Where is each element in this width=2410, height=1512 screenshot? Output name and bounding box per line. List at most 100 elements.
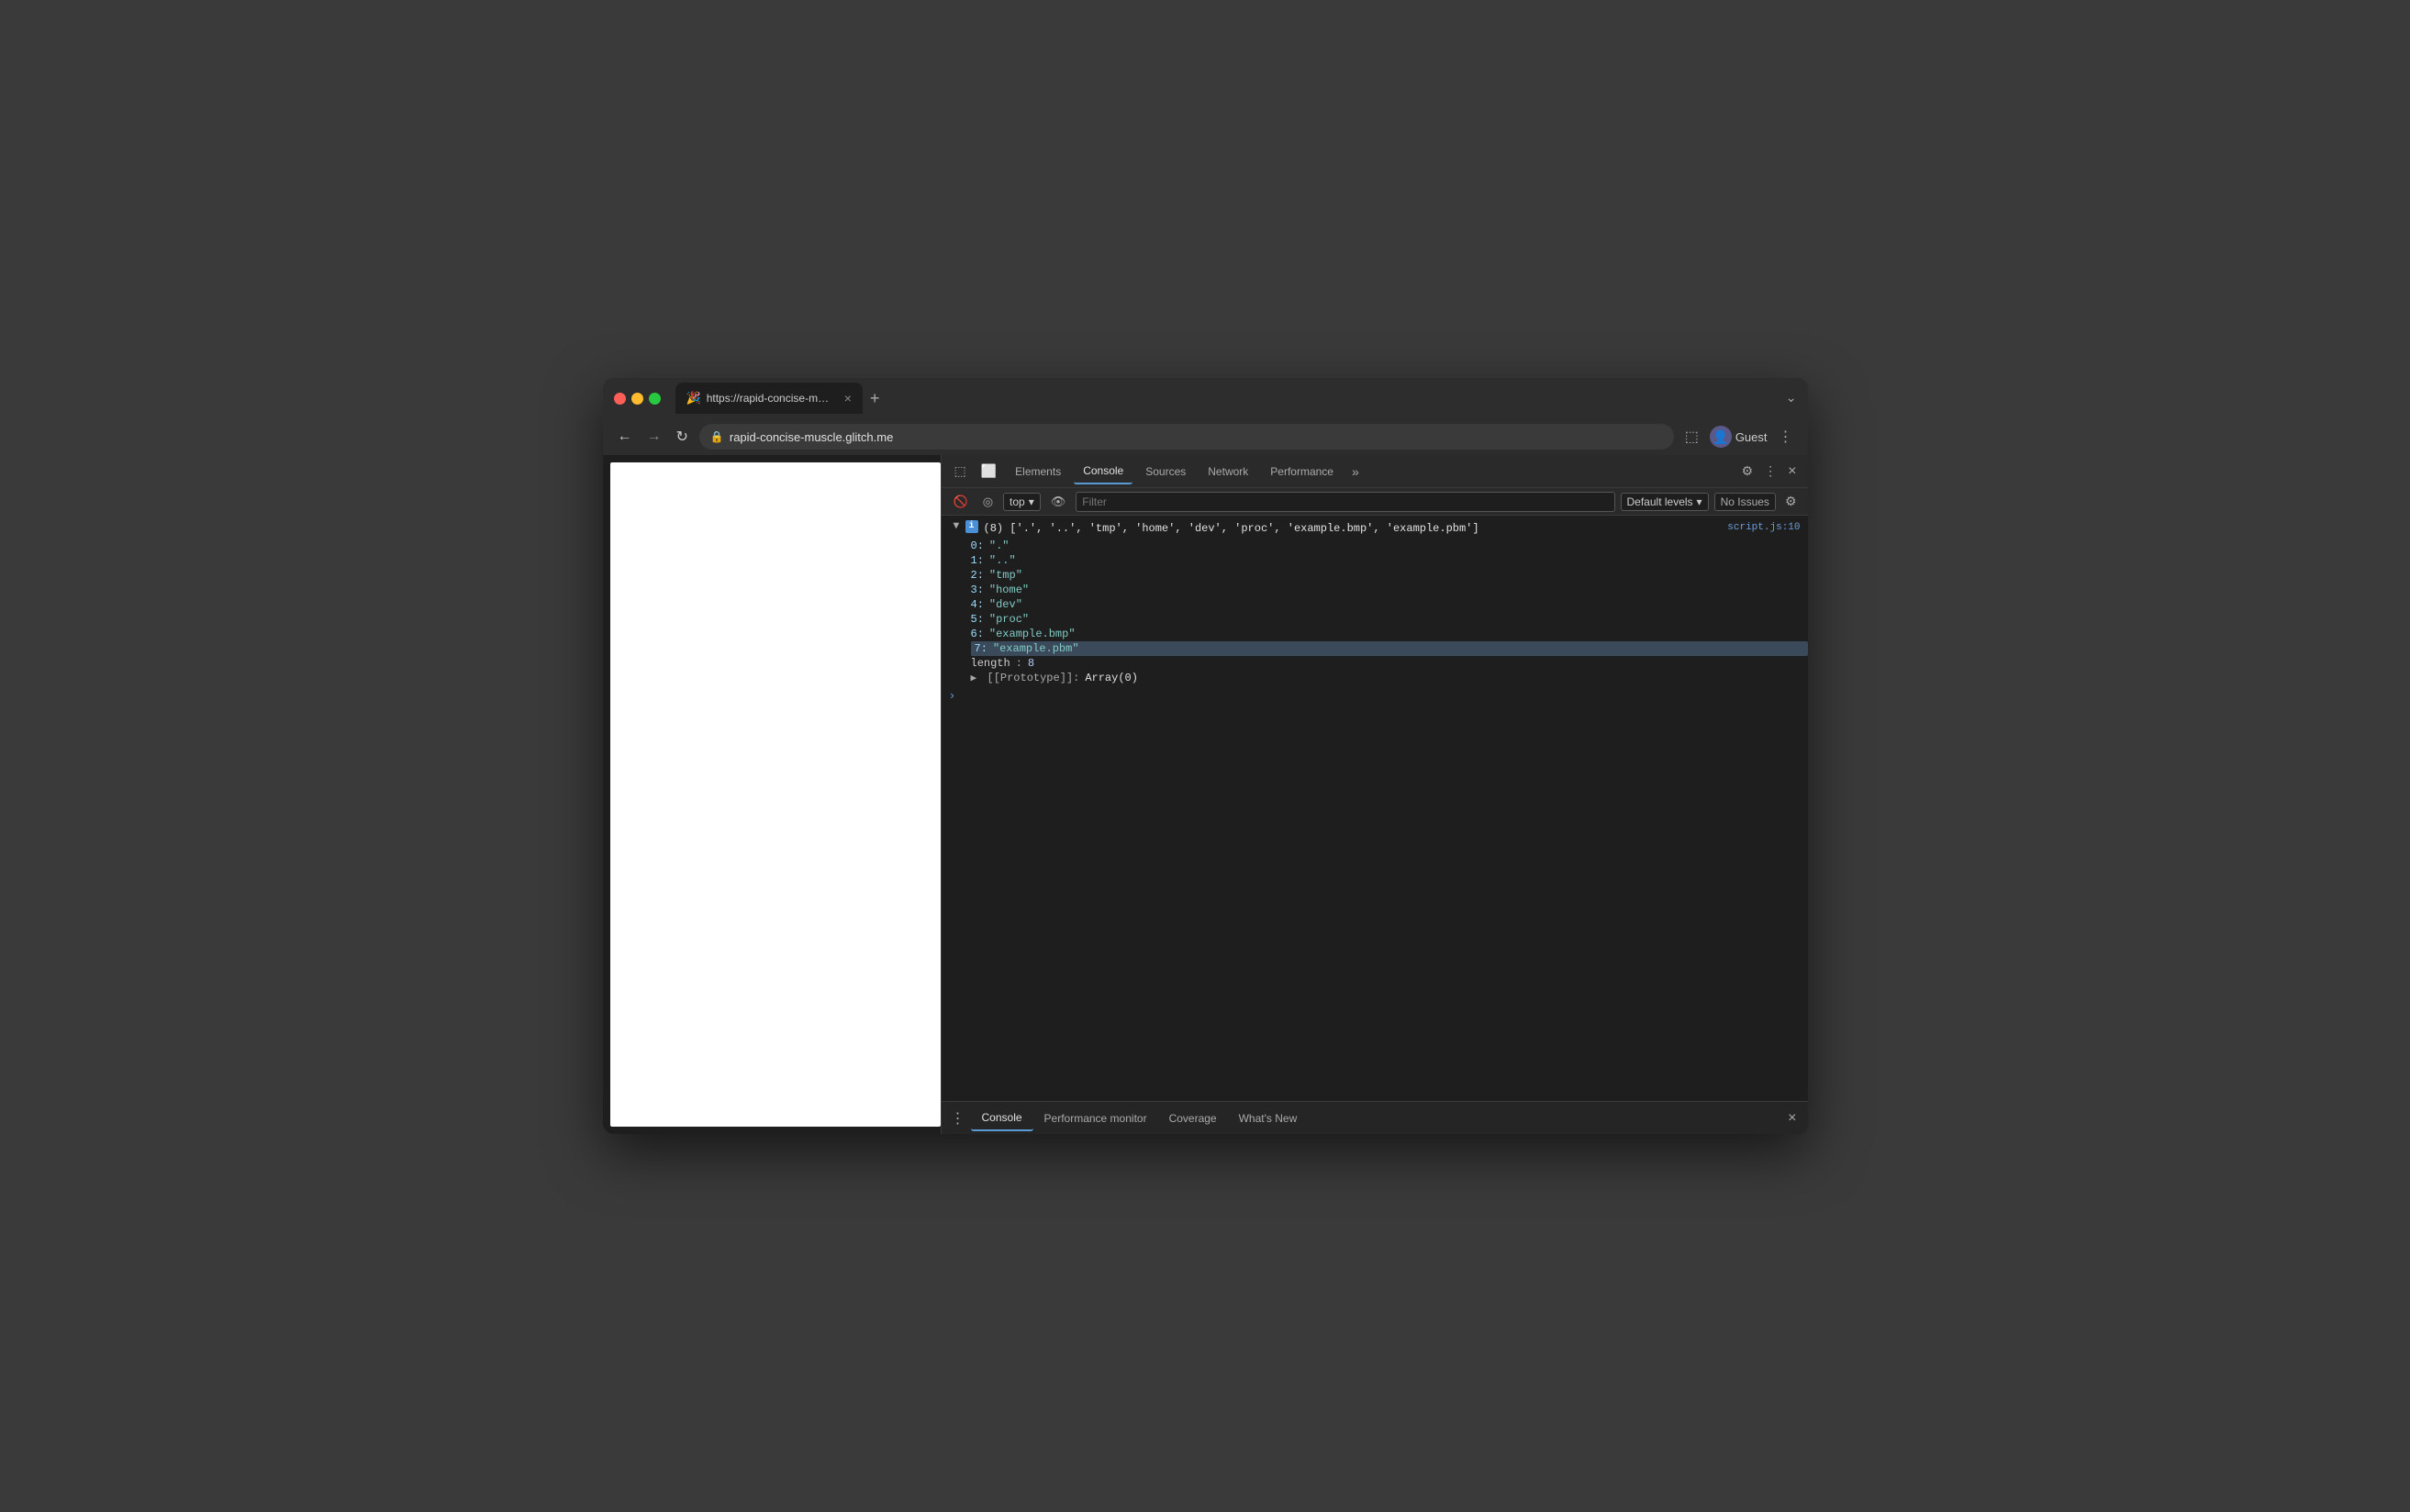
item-value: "proc" — [989, 613, 1029, 626]
tab-area: 🎉 https://rapid-concise-muscle.g... × + — [675, 383, 1779, 414]
drawer-dots-button[interactable]: ⋮ — [945, 1109, 971, 1128]
forward-button[interactable]: → — [643, 425, 665, 449]
console-issues-badge: No Issues — [1714, 493, 1776, 511]
array-item-1: 1: ".." — [971, 553, 1808, 568]
devtools-settings-button[interactable]: ⚙ — [1738, 460, 1757, 483]
console-toolbar: 🚫 ◎ top ▾ 👁 Default levels ▾ No Issues ⚙ — [942, 488, 1808, 516]
title-bar: 🎉 https://rapid-concise-muscle.g... × + … — [603, 378, 1808, 418]
item-value: "example.bmp" — [989, 628, 1076, 640]
context-value: top — [1010, 495, 1025, 508]
context-arrow-icon: ▾ — [1029, 495, 1034, 508]
drawer-tab-whats-new[interactable]: What's New — [1228, 1106, 1309, 1130]
page-content — [610, 462, 941, 1127]
tab-console[interactable]: Console — [1074, 459, 1132, 484]
drawer-close-button[interactable]: × — [1780, 1106, 1803, 1130]
item-key: 7: — [975, 642, 987, 655]
devtools-drawer: ⋮ Console Performance monitor Coverage W… — [942, 1101, 1808, 1134]
more-tabs-button[interactable]: » — [1346, 461, 1365, 483]
console-prompt-line[interactable]: › — [942, 685, 1808, 706]
prototype-text: [[Prototype]]: — [987, 672, 1080, 684]
tab-title: https://rapid-concise-muscle.g... — [707, 392, 835, 405]
item-value: "example.pbm" — [993, 642, 1079, 655]
browser-window: 🎉 https://rapid-concise-muscle.g... × + … — [603, 378, 1808, 1134]
tab-network[interactable]: Network — [1199, 460, 1257, 484]
item-value: ".." — [989, 554, 1016, 567]
profile-area[interactable]: 👤 Guest — [1710, 426, 1768, 448]
inspect-element-button[interactable]: ⬚ — [949, 460, 972, 483]
array-item-2: 2: "tmp" — [971, 568, 1808, 583]
array-length-property: length : 8 — [971, 656, 1808, 671]
console-settings-button[interactable]: ⚙ — [1781, 490, 1801, 513]
reload-button[interactable]: ↻ — [673, 424, 692, 450]
array-preview-text: (8) ['.', '..', 'tmp', 'home', 'dev', 'p… — [984, 520, 1479, 538]
devtools-toolbar: ⬚ ⬜ Elements Console Sources Network Per… — [942, 455, 1808, 488]
devtools-panel: ⬚ ⬜ Elements Console Sources Network Per… — [941, 455, 1808, 1134]
array-item-4: 4: "dev" — [971, 597, 1808, 612]
nav-bar: ← → ↻ 🔒 rapid-concise-muscle.glitch.me ⬚… — [603, 418, 1808, 455]
length-value: 8 — [1028, 657, 1034, 670]
avatar-icon: 👤 — [1713, 429, 1728, 445]
array-item-0: 0: "." — [971, 539, 1808, 553]
tab-sources[interactable]: Sources — [1136, 460, 1195, 484]
array-item-5: 5: "proc" — [971, 612, 1808, 627]
lock-icon: 🔒 — [710, 430, 724, 443]
active-tab[interactable]: 🎉 https://rapid-concise-muscle.g... × — [675, 383, 863, 414]
console-filter-toggle[interactable]: ◎ — [978, 492, 998, 512]
item-key: 2: — [971, 569, 984, 582]
levels-arrow-icon: ▾ — [1697, 495, 1702, 508]
info-icon: i — [965, 520, 978, 533]
item-value: "home" — [989, 584, 1029, 596]
traffic-lights — [614, 393, 661, 405]
console-eye-button[interactable]: 👁 — [1046, 492, 1071, 512]
console-clear-button[interactable]: 🚫 — [949, 492, 973, 512]
console-levels-selector[interactable]: Default levels ▾ — [1621, 493, 1709, 511]
tab-performance[interactable]: Performance — [1261, 460, 1343, 484]
item-key: 1: — [971, 554, 984, 567]
back-button[interactable]: ← — [614, 425, 636, 449]
devtools-toggle-button[interactable]: ⬚ — [1681, 424, 1702, 450]
nav-right-controls: ⬚ 👤 Guest ⋮ — [1681, 424, 1797, 450]
profile-name: Guest — [1735, 430, 1768, 444]
array-item-3: 3: "home" — [971, 583, 1808, 597]
array-prototype-property: ▶ [[Prototype]]: Array(0) — [971, 671, 1808, 685]
close-traffic-light[interactable] — [614, 393, 626, 405]
item-value: "." — [989, 539, 1010, 552]
console-log-entry: ▶ i (8) ['.', '..', 'tmp', 'home', 'dev'… — [942, 519, 1808, 539]
address-bar[interactable]: 🔒 rapid-concise-muscle.glitch.me — [699, 424, 1674, 450]
drawer-tab-console[interactable]: Console — [971, 1106, 1033, 1131]
item-key: 3: — [971, 584, 984, 596]
array-item-7: 7: "example.pbm" — [971, 641, 1808, 656]
title-bar-right: ⌄ — [1786, 390, 1797, 406]
new-tab-button[interactable]: + — [863, 389, 887, 408]
url-text: rapid-concise-muscle.glitch.me — [730, 430, 893, 444]
console-context-selector[interactable]: top ▾ — [1003, 493, 1041, 511]
length-colon: : — [1016, 657, 1022, 670]
expand-arrow-icon[interactable]: ▶ — [946, 523, 963, 534]
drawer-tab-coverage[interactable]: Coverage — [1158, 1106, 1228, 1130]
console-filter-input[interactable] — [1076, 492, 1614, 512]
length-label: length — [971, 657, 1010, 670]
devtools-more-options-button[interactable]: ⋮ — [1760, 460, 1780, 483]
tab-close-button[interactable]: × — [844, 391, 852, 406]
maximize-traffic-light[interactable] — [649, 393, 661, 405]
levels-label: Default levels — [1627, 495, 1693, 508]
item-key: 5: — [971, 613, 984, 626]
device-toolbar-button[interactable]: ⬜ — [976, 460, 1002, 483]
tab-elements[interactable]: Elements — [1006, 460, 1070, 484]
item-value: "tmp" — [989, 569, 1022, 582]
array-items-container: 0: "." 1: ".." 2: "tmp" 3: "home" — [942, 539, 1808, 685]
prototype-expand-icon[interactable]: ▶ — [971, 672, 982, 684]
source-link[interactable]: script.js:10 — [1727, 520, 1800, 537]
avatar: 👤 — [1710, 426, 1732, 448]
item-key: 4: — [971, 598, 984, 611]
prompt-arrow-icon: › — [949, 689, 956, 703]
browser-menu-button[interactable]: ⋮ — [1775, 424, 1797, 450]
item-key: 6: — [971, 628, 984, 640]
array-item-6: 6: "example.bmp" — [971, 627, 1808, 641]
prototype-value: Array(0) — [1085, 672, 1138, 684]
drawer-tab-performance-monitor[interactable]: Performance monitor — [1033, 1106, 1158, 1130]
item-value: "dev" — [989, 598, 1022, 611]
devtools-close-button[interactable]: × — [1784, 460, 1800, 484]
console-output: ▶ i (8) ['.', '..', 'tmp', 'home', 'dev'… — [942, 516, 1808, 1101]
minimize-traffic-light[interactable] — [631, 393, 643, 405]
